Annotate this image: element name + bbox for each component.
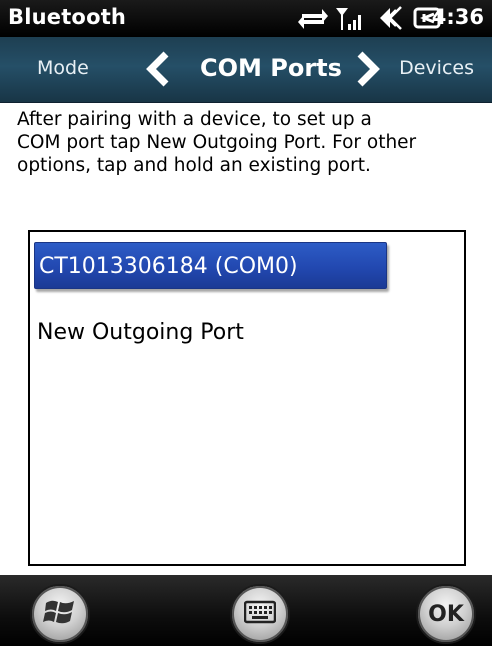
instructions-text: After pairing with a device, to set up a… [17, 109, 417, 176]
com-port-list[interactable]: CT1013306184 (COM0) New Outgoing Port [28, 230, 466, 566]
chevron-right-icon[interactable] [352, 51, 384, 87]
ok-button[interactable]: OK [416, 584, 476, 644]
status-icons [296, 4, 448, 32]
chevron-left-icon[interactable] [142, 51, 174, 87]
list-item-selected[interactable]: CT1013306184 (COM0) [34, 242, 387, 289]
keyboard-button[interactable] [230, 584, 290, 644]
signal-icon[interactable] [334, 4, 368, 32]
app-title: Bluetooth [8, 5, 127, 29]
keyboard-icon [243, 600, 277, 628]
clock[interactable]: 4:36 [432, 5, 484, 29]
volume-icon[interactable] [372, 4, 406, 32]
start-icon [43, 595, 77, 633]
new-outgoing-port-item[interactable]: New Outgoing Port [37, 320, 244, 345]
start-button[interactable] [30, 584, 90, 644]
tab-com-ports[interactable]: COM Ports [200, 54, 342, 82]
tab-devices[interactable]: Devices [399, 57, 474, 79]
connectivity-icon[interactable] [296, 4, 330, 32]
tab-bar: Mode COM Ports Devices [0, 37, 492, 103]
tab-mode[interactable]: Mode [37, 57, 89, 79]
status-bar: Bluetooth 4:36 [0, 0, 492, 37]
